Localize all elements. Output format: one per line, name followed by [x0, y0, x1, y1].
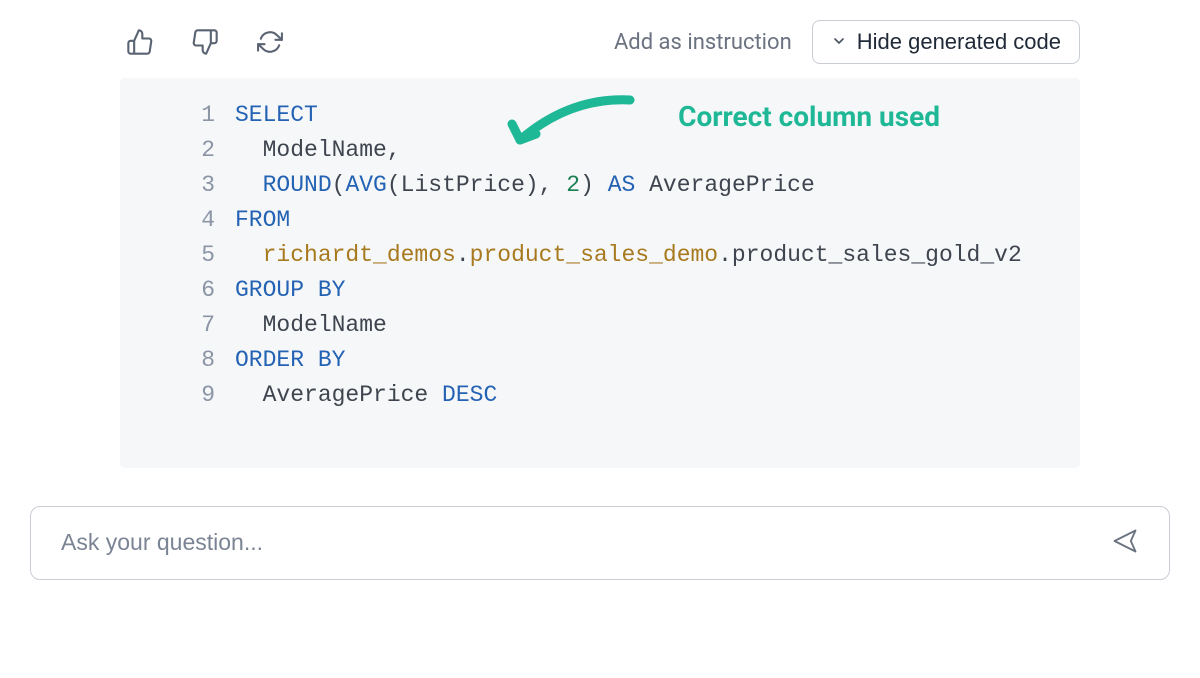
- line-content: ORDER BY: [235, 343, 345, 378]
- code-line: 6GROUP BY: [135, 273, 1065, 308]
- chevron-down-icon: [831, 29, 847, 55]
- question-input[interactable]: [61, 529, 1111, 556]
- code-line: 9 AveragePrice DESC: [135, 378, 1065, 413]
- line-number: 8: [135, 343, 235, 378]
- code-line: 7 ModelName: [135, 308, 1065, 343]
- line-content: SELECT: [235, 98, 318, 133]
- feedback-group: [125, 27, 285, 57]
- code-line: 4FROM: [135, 203, 1065, 238]
- line-number: 6: [135, 273, 235, 308]
- line-content: AveragePrice DESC: [235, 378, 497, 413]
- code-line: 8ORDER BY: [135, 343, 1065, 378]
- line-content: ROUND(AVG(ListPrice), 2) AS AveragePrice: [235, 168, 815, 203]
- code-block: Correct column used 1SELECT2 ModelName,3…: [120, 78, 1080, 468]
- hide-code-label: Hide generated code: [857, 29, 1061, 55]
- line-number: 1: [135, 98, 235, 133]
- code-line: 3 ROUND(AVG(ListPrice), 2) AS AveragePri…: [135, 168, 1065, 203]
- line-number: 9: [135, 378, 235, 413]
- line-content: ModelName,: [235, 133, 401, 168]
- send-icon[interactable]: [1111, 527, 1139, 559]
- refresh-icon[interactable]: [255, 27, 285, 57]
- hide-code-button[interactable]: Hide generated code: [812, 20, 1080, 64]
- line-content: FROM: [235, 203, 290, 238]
- line-number: 5: [135, 238, 235, 273]
- line-content: richardt_demos.product_sales_demo.produc…: [235, 238, 1022, 273]
- toolbar: Add as instruction Hide generated code: [30, 20, 1170, 78]
- toolbar-right: Add as instruction Hide generated code: [614, 20, 1080, 64]
- line-number: 3: [135, 168, 235, 203]
- thumbs-down-icon[interactable]: [190, 27, 220, 57]
- add-instruction-link[interactable]: Add as instruction: [614, 30, 792, 55]
- line-number: 4: [135, 203, 235, 238]
- question-box: [30, 506, 1170, 580]
- thumbs-up-icon[interactable]: [125, 27, 155, 57]
- code-line: 1SELECT: [135, 98, 1065, 133]
- line-content: ModelName: [235, 308, 387, 343]
- code-line: 2 ModelName,: [135, 133, 1065, 168]
- code-line: 5 richardt_demos.product_sales_demo.prod…: [135, 238, 1065, 273]
- line-content: GROUP BY: [235, 273, 345, 308]
- code-lines: 1SELECT2 ModelName,3 ROUND(AVG(ListPrice…: [135, 98, 1065, 413]
- line-number: 2: [135, 133, 235, 168]
- line-number: 7: [135, 308, 235, 343]
